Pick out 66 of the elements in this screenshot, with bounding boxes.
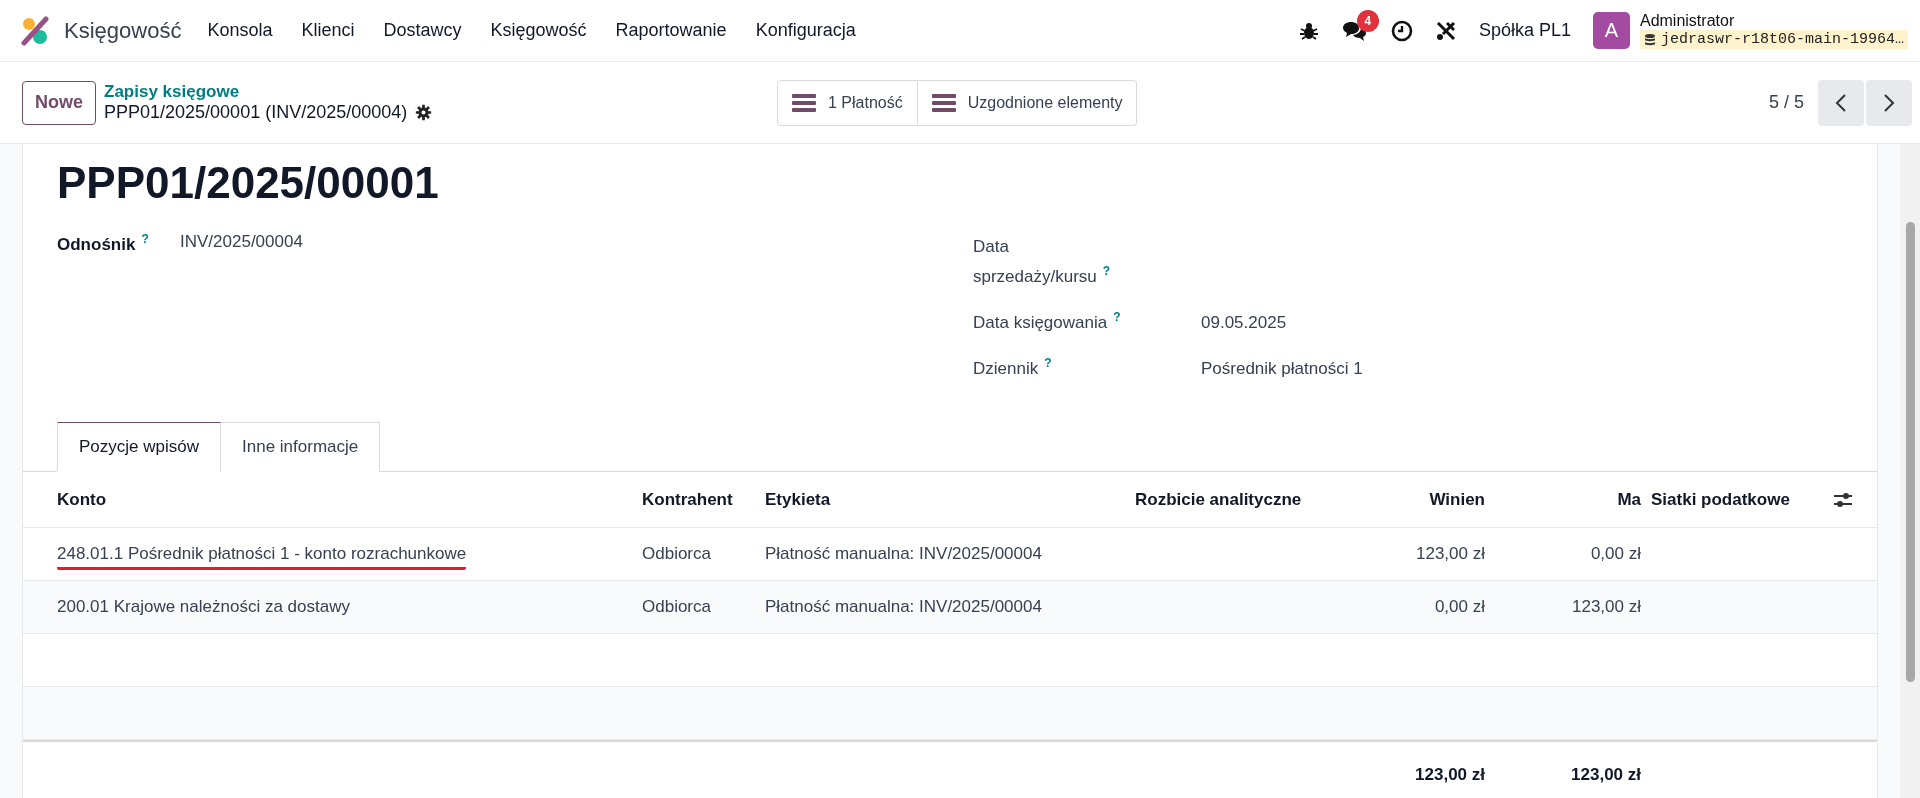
breadcrumb-link[interactable]: Zapisy księgowe <box>104 82 433 102</box>
menu-item[interactable]: Księgowość <box>490 20 587 41</box>
table-cell[interactable]: 248.01.1 Pośrednik płatności 1 - konto rozrachunkowe <box>57 544 467 570</box>
column-header[interactable]: Winien <box>1429 489 1485 509</box>
field-label: Data sprzedaży/kursu <box>973 237 1097 286</box>
column-header[interactable]: Etykieta <box>765 489 831 509</box>
table-cell: Odbiorca <box>642 544 711 563</box>
sliders-icon[interactable] <box>1833 490 1853 509</box>
column-header[interactable]: Rozbicie analityczne <box>1135 489 1302 509</box>
help-tooltip[interactable]: ? <box>1113 310 1121 325</box>
list-icon <box>931 92 956 113</box>
table-cell: 0,00 zł <box>1590 544 1641 563</box>
column-header[interactable]: Konto <box>57 489 107 509</box>
gear-icon[interactable] <box>415 104 433 121</box>
table-cell: 123,00 zł <box>1416 544 1485 563</box>
company-switcher[interactable]: Spółka PL1 <box>1478 20 1571 41</box>
table-cell: Płatność manualna: INV/2025/00004 <box>765 597 1042 616</box>
database-name: jedraswr-r18t06-main-19964… <box>1660 31 1904 48</box>
column-header[interactable]: Kontrahent <box>642 489 733 509</box>
help-tooltip[interactable]: ? <box>1102 264 1111 279</box>
table-cell: 123,00 zł <box>1572 597 1641 616</box>
help-tooltip[interactable]: ? <box>1044 356 1052 371</box>
table-cell[interactable]: 200.01 Krajowe należności za dostawy <box>57 597 350 616</box>
table-cell: Odbiorca <box>642 597 711 616</box>
field-label: Odnośnik <box>57 234 136 254</box>
tools-icon[interactable] <box>1434 19 1457 42</box>
pager-value: 5 / 5 <box>1768 92 1804 113</box>
user-avatar[interactable]: A <box>1592 12 1630 49</box>
clock-icon[interactable] <box>1390 19 1413 42</box>
tab[interactable]: Inne informacje <box>221 422 381 472</box>
table-cell: 0,00 zł <box>1434 597 1485 616</box>
app-name[interactable]: Księgowość <box>64 17 182 44</box>
previous-button[interactable] <box>1818 79 1864 126</box>
menu-item[interactable]: Konsola <box>207 20 273 41</box>
database-icon <box>1643 32 1656 47</box>
user-name[interactable]: Administrator <box>1639 12 1908 30</box>
menu-item[interactable]: Klienci <box>301 20 355 41</box>
column-header[interactable]: Siatki podatkowe <box>1651 489 1790 509</box>
field-value: 09.05.2025 <box>1201 313 1287 332</box>
field-value: Pośrednik płatności 1 <box>1201 359 1363 378</box>
new-button[interactable]: Nowe <box>22 80 96 125</box>
bug-icon[interactable] <box>1298 20 1319 41</box>
scrollbar[interactable] <box>1900 144 1920 798</box>
notification-count: 4 <box>1356 9 1379 32</box>
tab[interactable]: Pozycje wpisów <box>57 422 221 472</box>
field-label: Data księgowania <box>973 313 1108 332</box>
total-amount: 123,00 zł <box>1415 765 1485 784</box>
total-amount: 123,00 zł <box>1571 765 1641 784</box>
field-value: INV/2025/00004 <box>180 232 303 251</box>
table-cell: Płatność manualna: INV/2025/00004 <box>765 544 1042 563</box>
app-logo-icon[interactable] <box>20 15 50 46</box>
help-tooltip[interactable]: ? <box>141 232 149 246</box>
next-button[interactable] <box>1866 79 1912 126</box>
smart-button[interactable]: Uzgodnione elementy <box>917 79 1138 126</box>
column-header[interactable]: Ma <box>1617 489 1641 509</box>
record-name: PPP01/2025/00001 (INV/2025/00004) <box>104 102 408 123</box>
record-title: PPP01/2025/00001 <box>57 158 440 208</box>
menu-item[interactable]: Dostawcy <box>383 20 462 41</box>
chevron-right-icon <box>1883 92 1895 113</box>
menu-item[interactable]: Raportowanie <box>615 20 727 41</box>
scrollbar-thumb[interactable] <box>1906 222 1915 682</box>
smart-button[interactable]: 1 Płatność <box>777 79 918 126</box>
chevron-left-icon <box>1835 92 1847 113</box>
list-icon <box>792 92 816 113</box>
field-label: Dziennik <box>973 359 1039 378</box>
menu-item[interactable]: Konfiguracja <box>755 20 856 41</box>
